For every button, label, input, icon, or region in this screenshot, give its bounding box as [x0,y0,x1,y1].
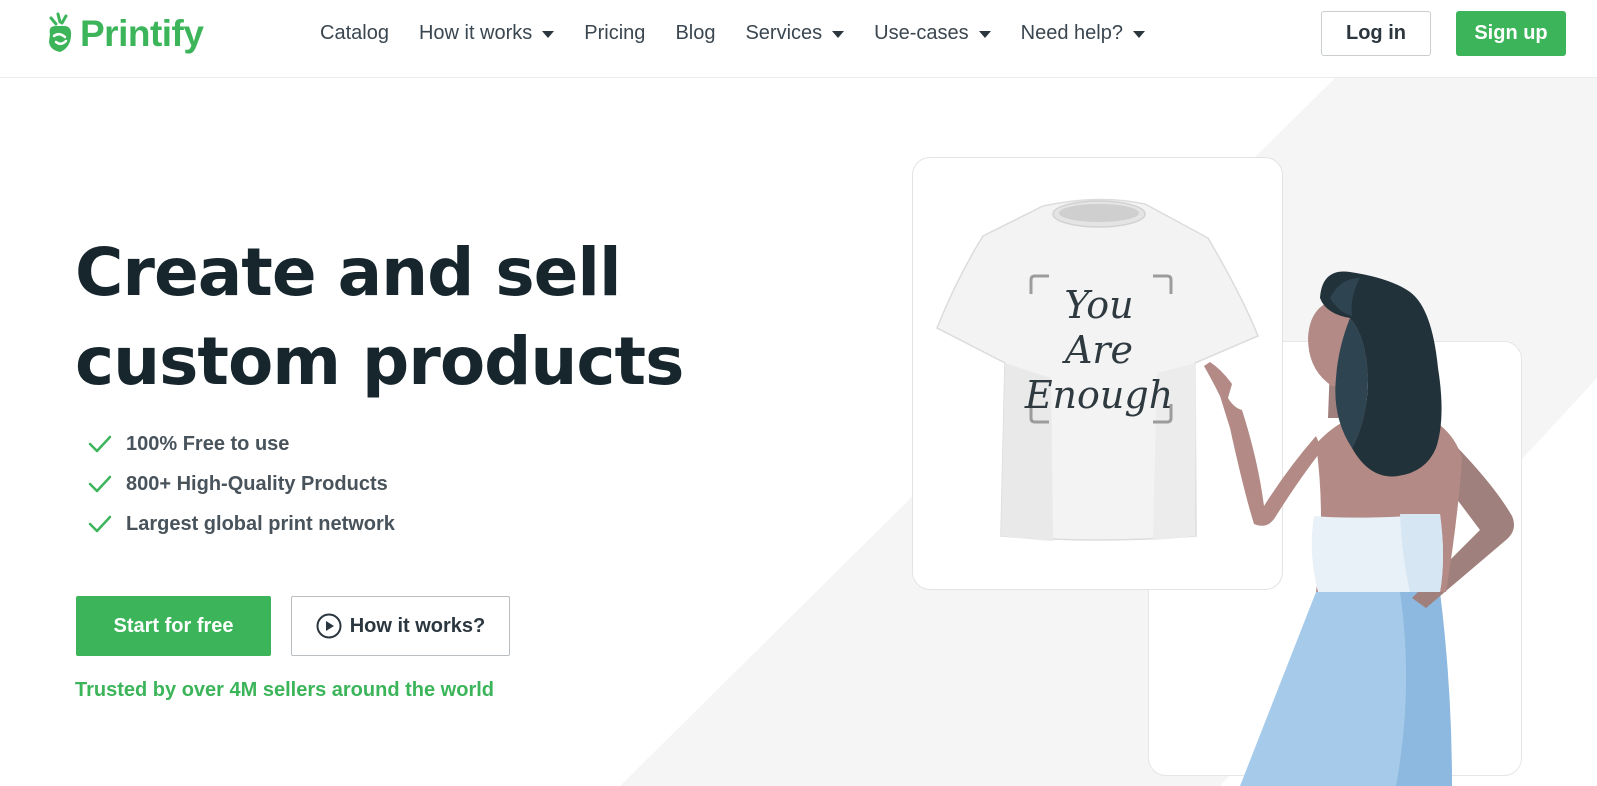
woman-illustration [1204,271,1514,786]
nav-item-label: Services [745,22,823,44]
hero-title-line1: Create and sell [75,234,622,311]
how-it-works-label: How it works? [349,614,486,637]
feature-text: Largest global print network [126,512,395,535]
printify-logo-icon [49,12,72,52]
design-text-line3: Enough [1024,373,1173,417]
hero-title: Create and sell custom products [75,228,795,406]
trusted-by-text: Trusted by over 4M sellers around the wo… [75,679,494,701]
main-nav: Catalog How it works Pricing Blog Servic… [320,22,1175,45]
feature-text: 100% Free to use [126,432,290,455]
signup-button[interactable]: Sign up [1456,11,1566,56]
start-for-free-button[interactable]: Start for free [76,596,271,656]
list-item: 100% Free to use [88,424,395,464]
hero-title-line2: custom products [75,323,684,400]
check-icon [88,435,112,453]
chevron-down-icon [978,31,991,38]
site-header: Printify Catalog How it works Pricing Bl… [0,0,1597,78]
how-it-works-button[interactable]: How it works? [291,596,510,656]
chevron-down-icon [832,31,845,38]
nav-item-label: Use-cases [874,22,969,44]
nav-item-use-cases[interactable]: Use-cases [874,22,991,45]
nav-item-label: Need help? [1020,22,1123,44]
nav-item-label: Pricing [584,22,646,44]
brand-name: Printify [80,13,204,54]
check-icon [88,515,112,533]
nav-item-label: Blog [675,22,716,44]
nav-item-label: How it works [418,22,533,44]
printify-logo[interactable]: Printify [44,10,204,58]
check-icon [88,475,112,493]
chevron-down-icon [542,31,555,38]
feature-list: 100% Free to use 800+ High-Quality Produ… [88,424,395,544]
design-text-line1: You [1064,283,1133,327]
nav-item-pricing[interactable]: Pricing [584,22,645,45]
chevron-down-icon [1132,31,1145,38]
nav-item-how-it-works[interactable]: How it works [418,22,555,45]
nav-item-need-help[interactable]: Need help? [1021,22,1145,45]
list-item: 800+ High-Quality Products [88,464,395,504]
nav-item-blog[interactable]: Blog [675,22,715,45]
design-text-line2: Are [1062,328,1133,372]
play-circle-icon [316,613,342,639]
list-item: Largest global print network [88,504,395,544]
nav-item-catalog[interactable]: Catalog [320,22,389,45]
nav-item-services[interactable]: Services [745,22,845,45]
login-button[interactable]: Log in [1321,11,1431,56]
nav-item-label: Catalog [320,22,389,44]
feature-text: 800+ High-Quality Products [126,472,388,495]
